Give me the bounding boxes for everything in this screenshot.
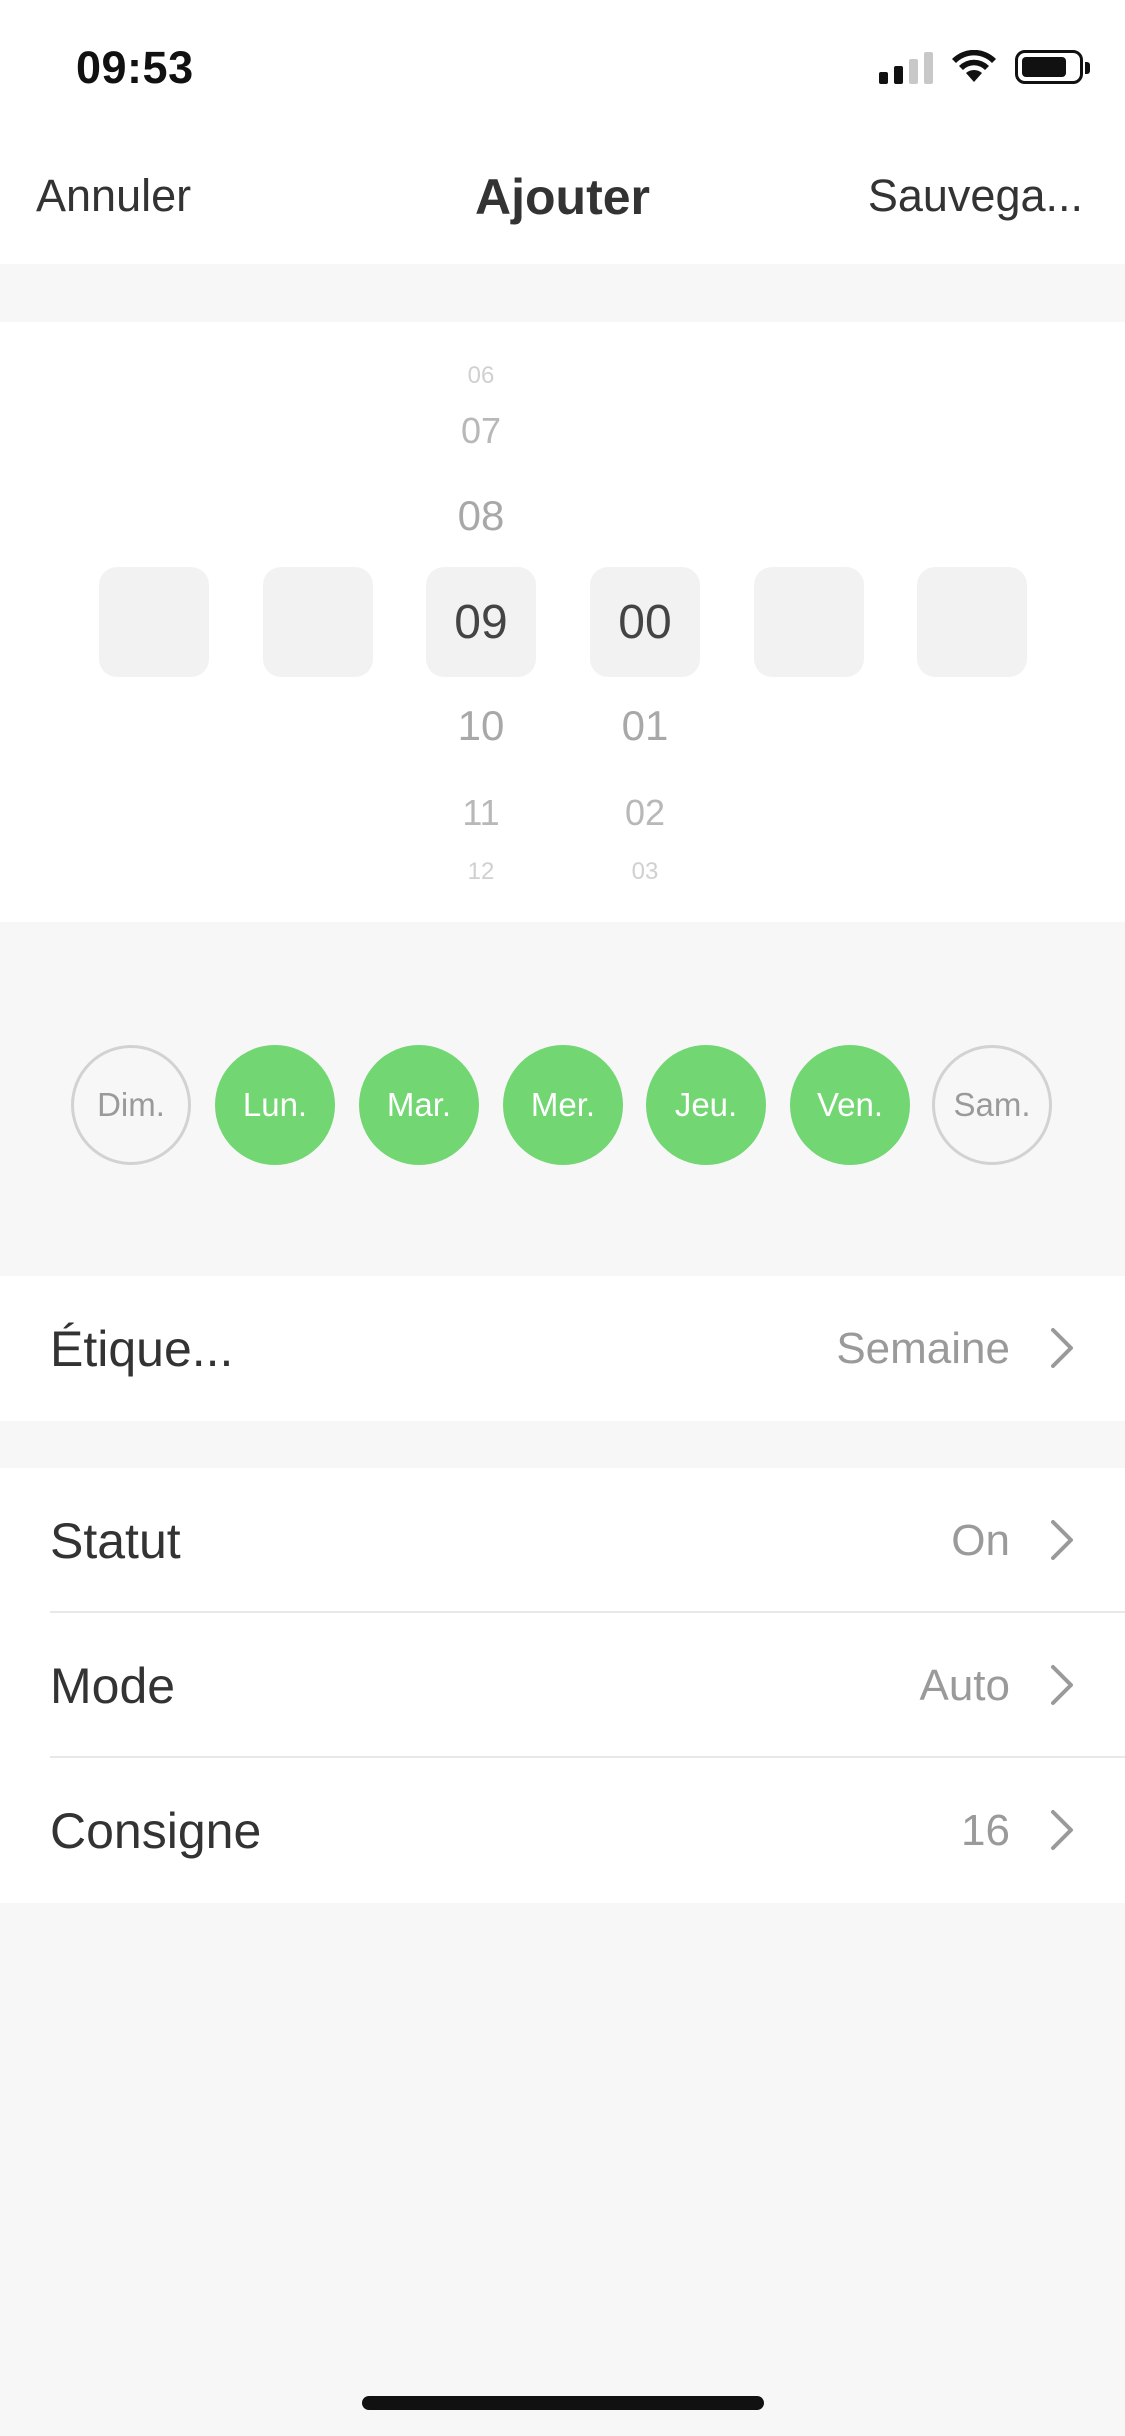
hour-option[interactable]: 12: [426, 858, 536, 886]
picker-column-empty[interactable]: [99, 567, 209, 677]
chevron-right-icon: [1051, 1520, 1073, 1560]
picker-column-empty[interactable]: [754, 567, 864, 677]
mode-row-title: Mode: [50, 1658, 176, 1714]
label-group: Étique... Semaine: [0, 1276, 1125, 1421]
status-bar: 09:53: [0, 0, 1125, 134]
day-toggle-friday[interactable]: Ven.: [790, 1045, 910, 1165]
status-row[interactable]: Statut On: [0, 1468, 1125, 1613]
label-row[interactable]: Étique... Semaine: [0, 1276, 1125, 1421]
day-toggle-sunday[interactable]: Dim.: [71, 1045, 191, 1165]
picker-column-empty[interactable]: [263, 567, 373, 677]
mode-row-value: Auto: [919, 1661, 1010, 1710]
home-indicator[interactable]: [362, 2396, 764, 2410]
hour-selected[interactable]: 09: [426, 595, 536, 650]
day-toggle-wednesday[interactable]: Mer.: [503, 1045, 623, 1165]
chevron-right-icon: [1051, 1810, 1073, 1850]
label-row-value: Semaine: [836, 1324, 1010, 1373]
minute-selected[interactable]: 00: [590, 595, 700, 650]
minute-option[interactable]: 01: [590, 702, 700, 750]
setpoint-row-value: 16: [961, 1806, 1010, 1855]
battery-icon: [1015, 50, 1090, 84]
day-toggle-saturday[interactable]: Sam.: [932, 1045, 1052, 1165]
cellular-signal-icon: [879, 50, 933, 84]
day-toggle-thursday[interactable]: Jeu.: [646, 1045, 766, 1165]
hour-option[interactable]: 08: [426, 492, 536, 540]
chevron-right-icon: [1051, 1328, 1073, 1368]
minute-option[interactable]: 02: [590, 792, 700, 834]
mode-row[interactable]: Mode Auto: [0, 1613, 1125, 1758]
wifi-icon: [952, 50, 996, 82]
time-picker[interactable]: 06 07 08 09 10 11 12 00 01 02 03: [0, 322, 1125, 922]
status-time: 09:53: [76, 42, 194, 93]
setpoint-row-title: Consigne: [50, 1803, 262, 1859]
weekday-selector: Dim. Lun. Mar. Mer. Jeu. Ven. Sam.: [0, 1045, 1125, 1167]
chevron-right-icon: [1051, 1665, 1073, 1705]
picker-column-empty[interactable]: [917, 567, 1027, 677]
status-icons: [879, 50, 1090, 84]
day-toggle-tuesday[interactable]: Mar.: [359, 1045, 479, 1165]
navigation-bar: Annuler Ajouter Sauvega...: [0, 134, 1125, 264]
day-toggle-monday[interactable]: Lun.: [215, 1045, 335, 1165]
minute-option[interactable]: 03: [590, 858, 700, 886]
hour-option[interactable]: 11: [426, 792, 536, 834]
status-row-title: Statut: [50, 1513, 181, 1569]
setpoint-row[interactable]: Consigne 16: [0, 1758, 1125, 1903]
hour-option[interactable]: 06: [426, 362, 536, 390]
save-button[interactable]: Sauvega...: [868, 170, 1083, 222]
status-row-value: On: [951, 1516, 1010, 1565]
settings-group: Statut On Mode Auto Consigne 16: [0, 1468, 1125, 1903]
hour-option[interactable]: 10: [426, 702, 536, 750]
label-row-title: Étique...: [50, 1321, 234, 1377]
hour-option[interactable]: 07: [426, 410, 536, 452]
